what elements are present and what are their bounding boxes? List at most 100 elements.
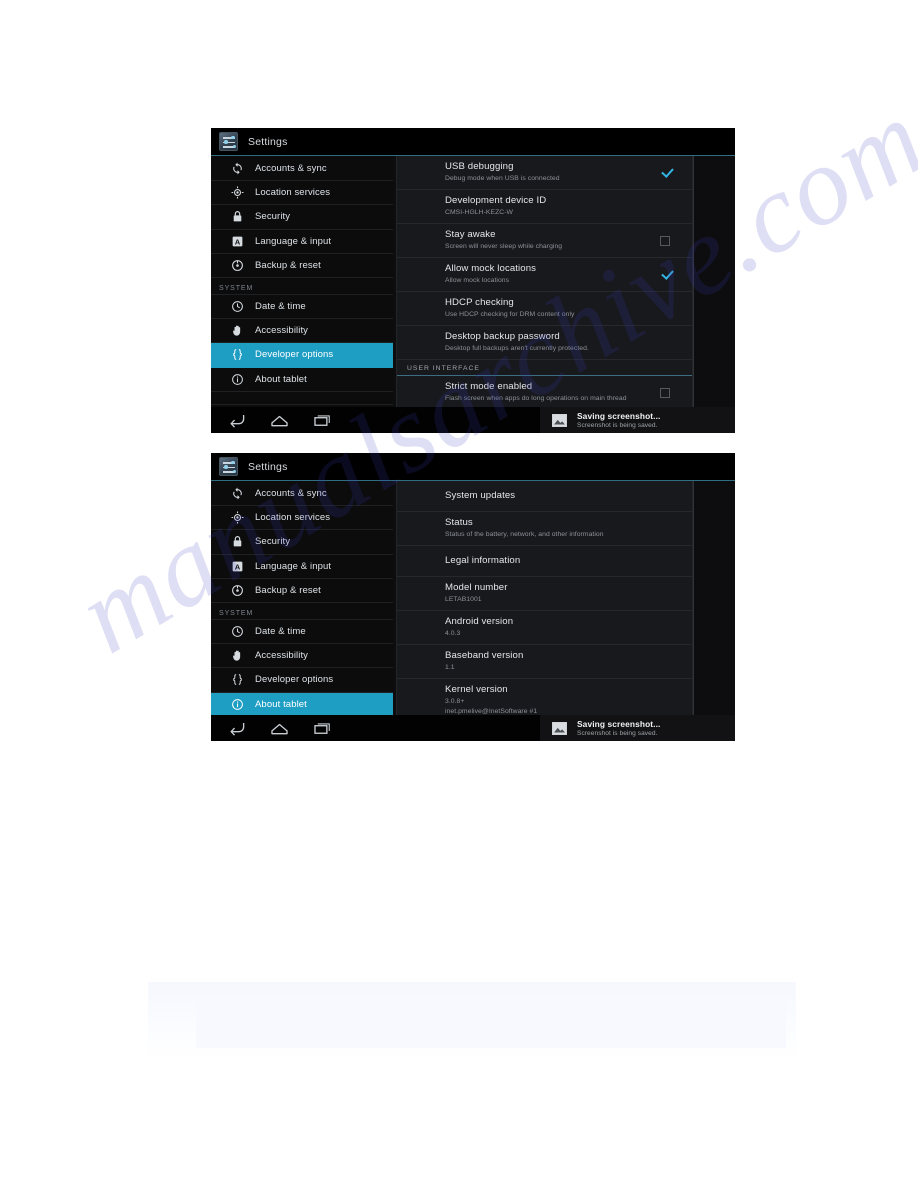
- sidebar-item-accessibility[interactable]: Accessibility: [211, 644, 393, 669]
- pref-android-version[interactable]: Android version 4.0.3: [397, 611, 692, 645]
- pref-summary: Allow mock locations: [445, 277, 510, 284]
- pref-allow-mock-locations[interactable]: Allow mock locations Allow mock location…: [397, 258, 692, 292]
- pref-summary: Flash screen when apps do long operation…: [445, 395, 627, 402]
- back-icon[interactable]: [227, 721, 246, 736]
- checkbox-strict-mode[interactable]: [660, 387, 670, 398]
- pref-system-updates[interactable]: System updates: [397, 481, 692, 512]
- pref-summary-line2: inet.pmelive@InetSoftware #1: [445, 708, 538, 715]
- system-navigation-bar: Saving screenshot... Screenshot is being…: [211, 407, 735, 433]
- checkbox-usb-debugging[interactable]: [660, 168, 670, 178]
- back-icon[interactable]: [227, 413, 246, 428]
- pref-baseband-version[interactable]: Baseband version 1.1: [397, 645, 692, 679]
- pref-title: Baseband version: [445, 650, 524, 661]
- pref-title: USB debugging: [445, 161, 514, 172]
- content-scrollbar[interactable]: [693, 481, 694, 715]
- sidebar-item-label: Accounts & sync: [255, 163, 327, 175]
- home-icon[interactable]: [270, 413, 289, 428]
- pref-summary: Screen will never sleep while charging: [445, 243, 563, 250]
- content-scrollbar[interactable]: [693, 156, 694, 407]
- sidebar-item-about-tablet[interactable]: About tablet: [211, 692, 393, 717]
- preference-list[interactable]: USB debugging Debug mode when USB is con…: [396, 156, 693, 407]
- clock-icon: [231, 625, 244, 638]
- keyboard-a-icon: A: [231, 235, 244, 248]
- sync-icon: [231, 162, 244, 175]
- sync-icon: [231, 487, 244, 500]
- pref-development-device-id[interactable]: Development device ID CMSI-HGLH-KEZC-W: [397, 190, 692, 224]
- page-bottom-tint-inner: [196, 1000, 786, 1048]
- settings-body: Accounts & sync Location services Securi…: [211, 481, 735, 730]
- pref-status[interactable]: Status Status of the battery, network, a…: [397, 512, 692, 546]
- pref-summary: 1.1: [445, 664, 455, 671]
- pref-summary: LETAB1001: [445, 596, 482, 603]
- checkbox-stay-awake[interactable]: [660, 235, 670, 246]
- sidebar-item-label: Location services: [255, 512, 331, 524]
- recent-apps-icon[interactable]: [313, 721, 332, 736]
- action-bar: Settings: [211, 453, 735, 481]
- pref-title: Stay awake: [445, 229, 496, 240]
- lock-icon: [231, 535, 244, 548]
- pref-title: Status: [445, 517, 473, 528]
- sidebar-item-label: About tablet: [255, 698, 307, 710]
- sidebar-item-language-input[interactable]: A Language & input: [211, 555, 393, 579]
- pref-strict-mode-enabled[interactable]: Strict mode enabled Flash screen when ap…: [397, 376, 692, 407]
- sidebar-item-label: Location services: [255, 187, 331, 199]
- settings-body: Accounts & sync Location services Securi…: [211, 156, 735, 407]
- checkbox-allow-mock-locations[interactable]: [660, 270, 670, 280]
- settings-sliders-icon: [219, 457, 238, 476]
- sidebar-item-accounts-sync[interactable]: Accounts & sync: [211, 482, 393, 507]
- pref-model-number[interactable]: Model number LETAB1001: [397, 577, 692, 611]
- pref-summary: Debug mode when USB is connected: [445, 175, 560, 182]
- toast-title: Saving screenshot...: [577, 719, 661, 729]
- pref-title: HDCP checking: [445, 297, 514, 308]
- sidebar-item-label: Developer options: [255, 349, 334, 361]
- sidebar-item-date-time[interactable]: Date & time: [211, 620, 393, 645]
- sidebar-item-security[interactable]: Security: [211, 205, 393, 230]
- pref-summary: 3.0.8+: [445, 698, 465, 705]
- sidebar-item-language-input[interactable]: A Language & input: [211, 230, 393, 254]
- pref-title: System updates: [445, 490, 516, 501]
- sidebar-item-label: Accessibility: [255, 650, 309, 662]
- sidebar-item-label: Developer options: [255, 674, 334, 686]
- sidebar-item-location-services[interactable]: Location services: [211, 181, 393, 206]
- sidebar-item-date-time[interactable]: Date & time: [211, 295, 393, 320]
- sidebar-item-accounts-sync[interactable]: Accounts & sync: [211, 157, 393, 182]
- pref-hdcp-checking[interactable]: HDCP checking Use HDCP checking for DRM …: [397, 292, 692, 326]
- toast-saving-screenshot[interactable]: Saving screenshot... Screenshot is being…: [540, 407, 735, 433]
- pref-legal-information[interactable]: Legal information: [397, 546, 692, 577]
- pref-desktop-backup-password[interactable]: Desktop backup password Desktop full bac…: [397, 326, 692, 360]
- screenshot-about-tablet: Settings Accounts & sync Location servic…: [211, 453, 735, 741]
- pref-title: Kernel version: [445, 684, 508, 695]
- image-icon: [552, 721, 567, 735]
- sidebar-item-security[interactable]: Security: [211, 530, 393, 555]
- sidebar-item-accessibility[interactable]: Accessibility: [211, 319, 393, 344]
- toast-saving-screenshot[interactable]: Saving screenshot... Screenshot is being…: [540, 715, 735, 741]
- sidebar-item-backup-reset[interactable]: Backup & reset: [211, 579, 393, 603]
- sidebar-item-label: Language & input: [255, 560, 332, 572]
- sidebar-item-label: Date & time: [255, 301, 306, 313]
- sidebar-item-location-services[interactable]: Location services: [211, 506, 393, 531]
- sidebar-section-header: SYSTEM: [211, 278, 393, 295]
- pref-title: Desktop backup password: [445, 331, 560, 342]
- sidebar-item-developer-options[interactable]: Developer options: [211, 668, 393, 693]
- sidebar-filler: [211, 392, 393, 405]
- pref-title: Development device ID: [445, 195, 547, 206]
- braces-icon: [231, 673, 244, 686]
- sidebar-item-developer-options[interactable]: Developer options: [211, 343, 393, 368]
- settings-content-area: System updates Status Status of the batt…: [393, 481, 735, 715]
- image-icon: [552, 413, 567, 427]
- sidebar-item-backup-reset[interactable]: Backup & reset: [211, 254, 393, 278]
- hand-icon: [231, 324, 244, 337]
- pref-usb-debugging[interactable]: USB debugging Debug mode when USB is con…: [397, 156, 692, 190]
- pref-title: Strict mode enabled: [445, 381, 533, 392]
- pref-kernel-version[interactable]: Kernel version 3.0.8+ inet.pmelive@InetS…: [397, 679, 692, 715]
- recent-apps-icon[interactable]: [313, 413, 332, 428]
- settings-sidebar: Accounts & sync Location services Securi…: [211, 156, 393, 407]
- preference-list[interactable]: System updates Status Status of the batt…: [396, 481, 693, 715]
- sidebar-item-label: Accounts & sync: [255, 488, 327, 500]
- sidebar-item-about-tablet[interactable]: About tablet: [211, 368, 393, 392]
- lock-icon: [231, 210, 244, 223]
- home-icon[interactable]: [270, 721, 289, 736]
- toast-subtitle: Screenshot is being saved.: [577, 730, 658, 737]
- pref-summary: CMSI-HGLH-KEZC-W: [445, 209, 514, 216]
- pref-stay-awake[interactable]: Stay awake Screen will never sleep while…: [397, 224, 692, 258]
